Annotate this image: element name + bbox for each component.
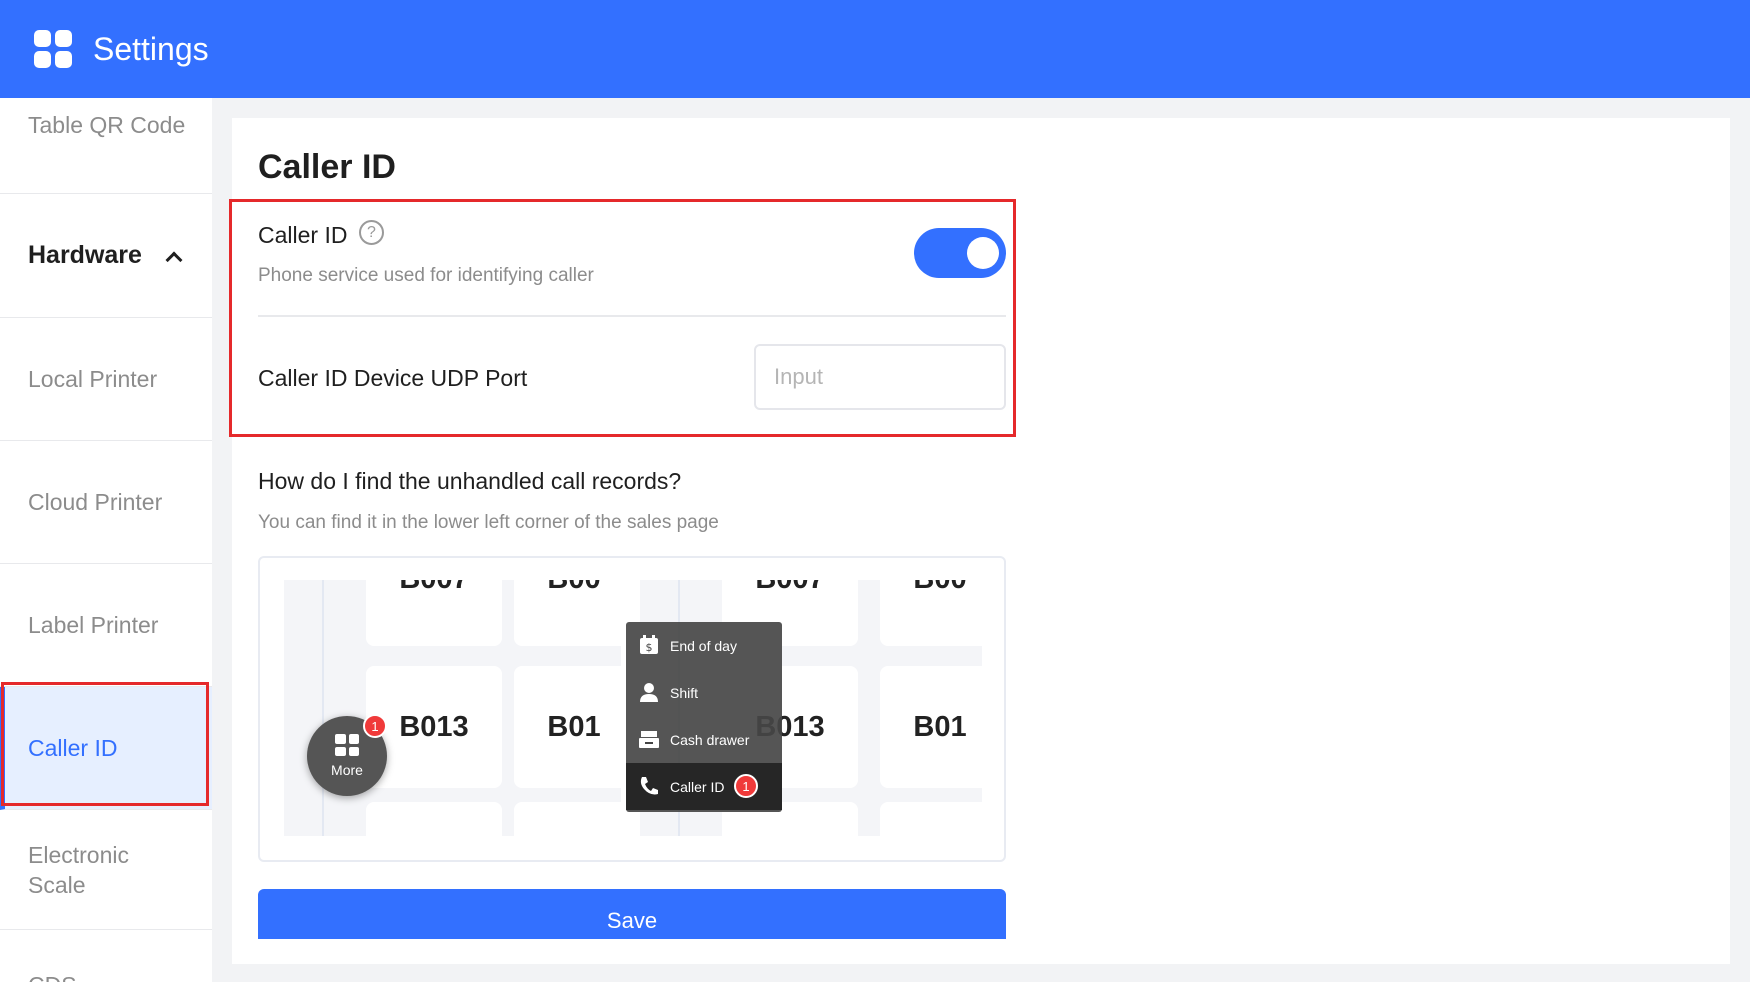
- caller-id-description: Phone service used for identifying calle…: [258, 265, 594, 286]
- page-title: Settings: [93, 31, 209, 67]
- help-question: How do I find the unhandled call records…: [258, 468, 682, 494]
- toggle-knob: [967, 237, 999, 269]
- menu-item-cash-drawer: Cash drawer: [626, 716, 782, 763]
- sidebar-item-local-printer[interactable]: Local Printer: [0, 318, 212, 441]
- sidebar-group-hardware[interactable]: Hardware: [0, 194, 212, 318]
- table-card: B007: [366, 580, 502, 646]
- menu-item-end-of-day: $ End of day: [626, 622, 782, 669]
- sidebar-item-label: CDS: [28, 972, 77, 982]
- divider: [258, 315, 1006, 317]
- user-shift-icon: [640, 683, 658, 702]
- sidebar-item-table-qr-code[interactable]: Table QR Code: [0, 98, 212, 194]
- top-bar: Settings: [0, 0, 1750, 98]
- sidebar-item-caller-id[interactable]: Caller ID: [0, 687, 212, 810]
- chevron-up-icon: [165, 251, 183, 268]
- menu-item-caller-id: Caller ID 1: [626, 763, 782, 810]
- sidebar-item-cloud-printer[interactable]: Cloud Printer: [0, 441, 212, 564]
- sidebar-item-label: Label Printer: [28, 611, 159, 638]
- table-card: B00: [514, 580, 621, 646]
- sidebar-item-label: Cloud Printer: [28, 488, 163, 515]
- sidebar-item-electronic-scale[interactable]: Electronic Scale: [0, 810, 212, 930]
- app-grid-icon: [34, 30, 72, 68]
- table-card: B01: [880, 666, 982, 788]
- save-button[interactable]: Save: [258, 889, 1006, 939]
- notification-badge: 1: [363, 714, 387, 738]
- sidebar-item-label-printer[interactable]: Label Printer: [0, 564, 212, 687]
- notification-badge: 1: [734, 774, 758, 798]
- settings-panel: Caller ID Caller ID ? Phone service used…: [232, 118, 1730, 964]
- sidebar-item-label: Table QR Code: [28, 112, 186, 138]
- sidebar-item-label: Electronic Scale: [28, 841, 129, 898]
- table-card: B01: [514, 666, 621, 788]
- more-menu: $ End of day Shift Cash drawer Caller ID…: [626, 622, 782, 812]
- sales-page-screenshot-before: B007 B00 B013 B01 More 1: [284, 580, 621, 836]
- udp-port-input[interactable]: [754, 344, 1006, 410]
- caller-id-toggle[interactable]: [914, 228, 1006, 278]
- sidebar: Table QR Code Hardware Local Printer Clo…: [0, 98, 212, 982]
- grid-icon: [335, 734, 359, 756]
- sidebar-item-label: Hardware: [28, 241, 142, 269]
- section-title: Caller ID: [258, 148, 396, 186]
- sidebar-item-cds[interactable]: CDS: [0, 930, 212, 982]
- calendar-dollar-icon: $: [640, 635, 658, 654]
- table-card: [366, 802, 502, 836]
- udp-port-label: Caller ID Device UDP Port: [258, 365, 528, 391]
- phone-icon: [640, 777, 658, 795]
- help-illustration: B007 B00 B013 B01 More 1 B007 B00 B013 B…: [258, 556, 1006, 862]
- sidebar-item-label: Caller ID: [28, 734, 118, 761]
- sidebar-item-label: Local Printer: [28, 365, 158, 392]
- table-card: B00: [880, 580, 982, 646]
- help-answer: You can find it in the lower left corner…: [258, 512, 719, 533]
- svg-text:$: $: [646, 641, 653, 654]
- table-card: [880, 802, 982, 836]
- table-card: [514, 802, 621, 836]
- menu-item-shift: Shift: [626, 669, 782, 716]
- help-icon[interactable]: ?: [359, 220, 384, 245]
- cash-drawer-icon: [639, 731, 659, 748]
- caller-id-label: Caller ID: [258, 222, 348, 248]
